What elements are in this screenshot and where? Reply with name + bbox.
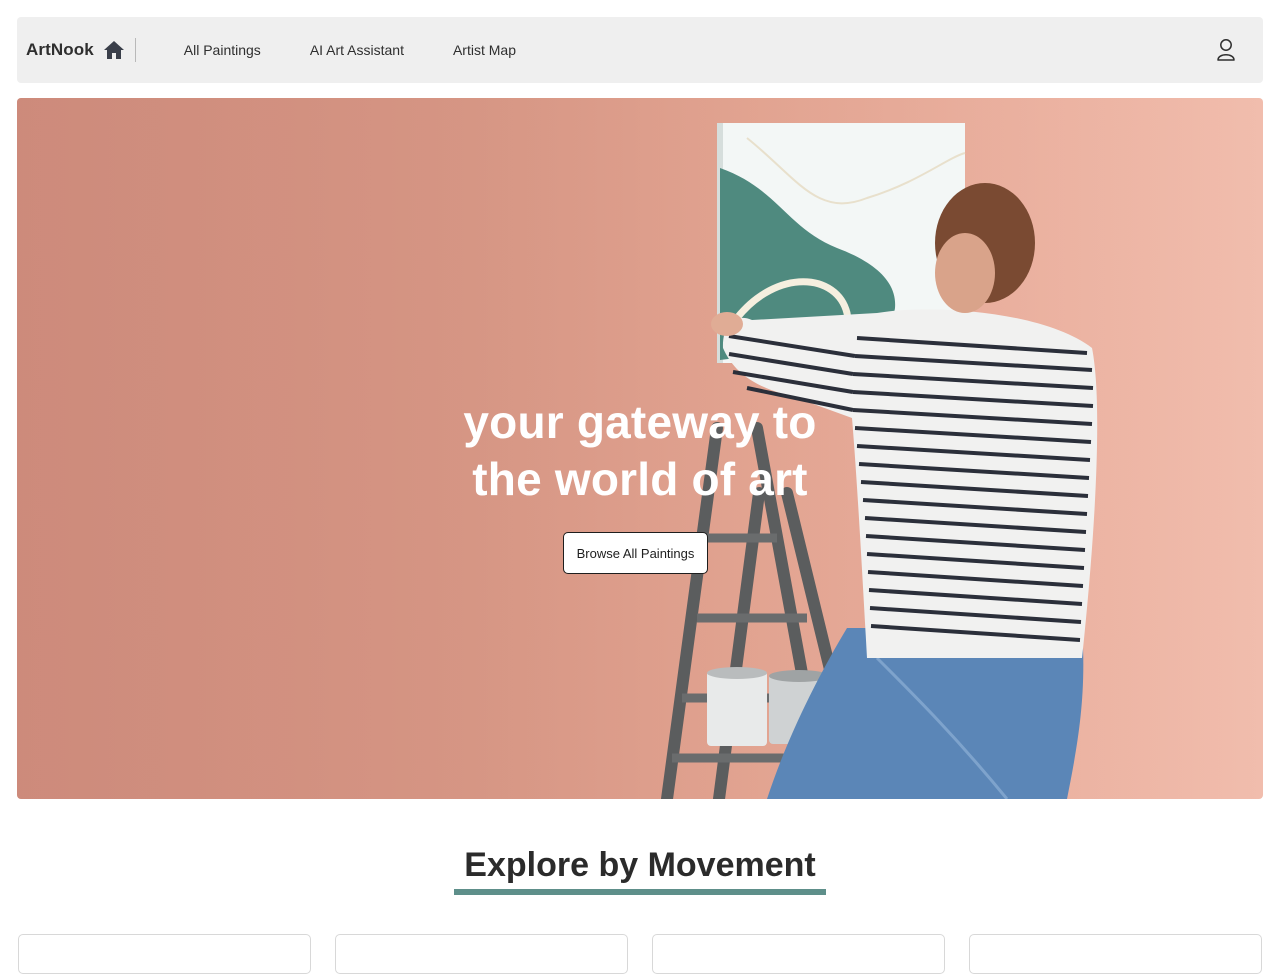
movement-card[interactable] [18,934,311,974]
hero-title-line-1: your gateway to [463,396,817,448]
nav-link-ai-art-assistant[interactable]: AI Art Assistant [310,42,404,58]
user-icon[interactable] [1215,37,1237,63]
movement-card[interactable] [652,934,945,974]
brand[interactable]: ArtNook [26,17,136,83]
explore-by-movement-heading: Explore by Movement [464,846,816,884]
top-navbar: ArtNook All Paintings AI Art Assistant A… [17,17,1263,83]
brand-name[interactable]: ArtNook [26,40,94,60]
hero-title-line-2: the world of art [472,453,808,505]
nav-link-all-paintings[interactable]: All Paintings [184,42,261,58]
brand-divider [134,38,136,62]
hero-banner: your gateway to the world of art Browse … [17,98,1263,799]
hero-title: your gateway to the world of art [17,394,1263,508]
movement-card[interactable] [335,934,628,974]
home-icon[interactable] [103,39,125,61]
movement-card[interactable] [969,934,1262,974]
section-underline [454,889,826,895]
nav-links: All Paintings AI Art Assistant Artist Ma… [184,42,565,58]
browse-all-paintings-button[interactable]: Browse All Paintings [563,532,708,574]
nav-link-artist-map[interactable]: Artist Map [453,42,516,58]
